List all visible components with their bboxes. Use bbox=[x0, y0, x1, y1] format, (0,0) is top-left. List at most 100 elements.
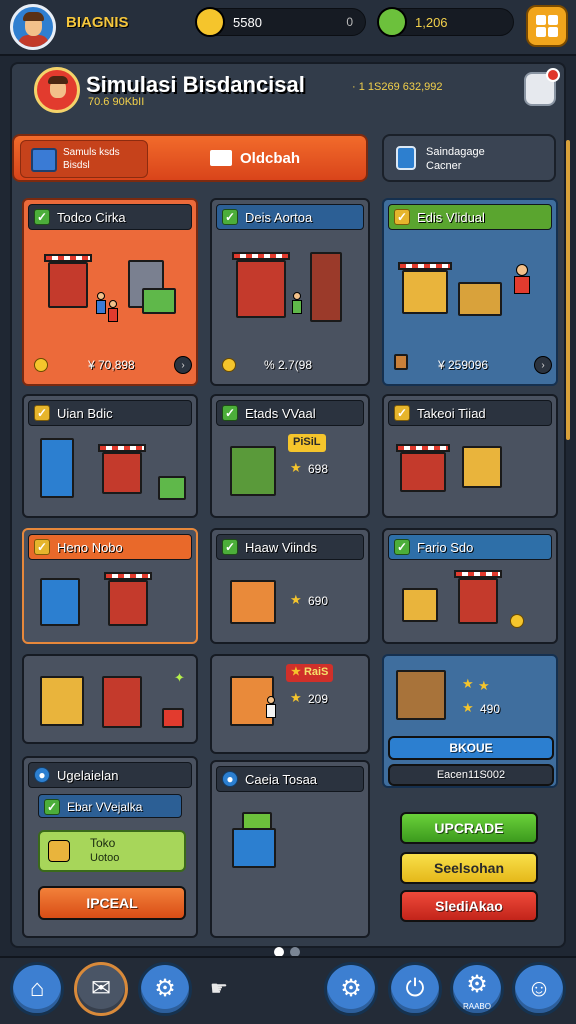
scrollbar[interactable] bbox=[566, 140, 570, 440]
player-avatar[interactable] bbox=[10, 4, 56, 50]
mail-button[interactable]: ✉ bbox=[74, 962, 128, 1016]
coin-counter[interactable]: 5580 0 bbox=[195, 7, 366, 37]
shop-action-button[interactable]: BKOUE bbox=[388, 736, 554, 760]
card-badge: PiSiL bbox=[288, 434, 326, 452]
cash-icon bbox=[377, 7, 407, 37]
crate-icon bbox=[158, 476, 186, 500]
gear-icon: ⚙ bbox=[154, 975, 176, 1002]
tab-shop-info[interactable]: Samuls ksds Bisdsl bbox=[20, 140, 148, 178]
shop-card-5[interactable]: ✓ Etads VVaal PiSiL ★ 698 bbox=[210, 394, 370, 518]
shop-card-6[interactable]: ✓ Takeoi Tiiad bbox=[382, 394, 558, 518]
shop-status-label: Eacen11S002 bbox=[388, 764, 554, 786]
menu-grid-button[interactable] bbox=[526, 5, 568, 47]
alert-dot-icon bbox=[546, 68, 560, 82]
gear-icon: ⚙ bbox=[340, 975, 362, 1002]
shop-card-4[interactable]: ✓ Uian Bdic bbox=[22, 394, 198, 518]
shop-stall-icon bbox=[230, 446, 276, 496]
shop-card-11[interactable]: ★ RaiS ★ 209 bbox=[210, 654, 370, 754]
card-title: Takeoi Tiiad bbox=[417, 406, 486, 421]
chat-button[interactable]: ☺ bbox=[512, 962, 566, 1016]
shop-card-7[interactable]: ✓ Heno Nobo bbox=[22, 528, 198, 644]
upgrade-panel: ● Ugelaielan ✓ Ebar VVejalka Toko Uotoo IP… bbox=[22, 756, 198, 938]
card-title: Haaw Viinds bbox=[245, 540, 318, 555]
gear-button[interactable]: ⚙ bbox=[324, 962, 378, 1016]
cash-counter[interactable]: 1,206 bbox=[377, 7, 514, 37]
check-icon: ✓ bbox=[34, 405, 50, 421]
card-income: % 2.7(98 bbox=[264, 358, 313, 372]
shop-stall-icon bbox=[400, 452, 446, 492]
chevron-right-icon[interactable]: › bbox=[534, 356, 552, 374]
check-icon: ✓ bbox=[222, 539, 238, 555]
customer-icon bbox=[108, 300, 118, 322]
shop-stall-icon bbox=[40, 578, 80, 626]
card-title: Heno Nobo bbox=[57, 540, 123, 555]
upgrade-button[interactable]: UPCRADE bbox=[400, 812, 538, 844]
card-title: Fario Sdo bbox=[417, 540, 474, 555]
shop-stall-icon bbox=[102, 452, 142, 494]
cash-value: 1,206 bbox=[415, 15, 448, 30]
shop-box-icon bbox=[31, 148, 57, 172]
card-badge-text: RaiS bbox=[303, 666, 329, 678]
shop-card-9[interactable]: ✓ Fario Sdo bbox=[382, 528, 558, 644]
customer-icon bbox=[96, 292, 106, 314]
shop-card-3[interactable]: ✓ Edis Vlidual ¥ 259096 › bbox=[382, 198, 558, 386]
power-button[interactable]: ⏻ bbox=[388, 962, 442, 1016]
fruit-stand-icon bbox=[402, 588, 438, 622]
chat-icon: ☺ bbox=[526, 975, 552, 1002]
shop-card-2[interactable]: ✓ Deis Aortoa % 2.7(98 bbox=[210, 198, 370, 386]
coin-icon bbox=[34, 358, 48, 372]
notification-button[interactable] bbox=[524, 68, 560, 106]
shop-stall-icon bbox=[102, 676, 142, 728]
tab-active[interactable]: Samuls ksds Bisdsl Oldcbah bbox=[12, 134, 368, 182]
card-header: ✓ Todco Cirka bbox=[28, 204, 192, 230]
star-icon: ★ bbox=[290, 460, 302, 475]
red-action-button[interactable]: SlediAkao bbox=[400, 890, 538, 922]
check-icon: ✓ bbox=[34, 539, 50, 555]
coin-icon bbox=[195, 7, 225, 37]
card-header: ✓ Etads VVaal bbox=[216, 400, 364, 426]
shopkeeper-icon bbox=[514, 264, 530, 294]
tab-info-line1: Samuls ksds bbox=[63, 147, 120, 158]
upgrade-row[interactable]: ✓ Ebar VVejalka bbox=[38, 794, 182, 818]
header-stats: · 1 1S269 632,992 bbox=[352, 81, 443, 93]
shop-stall-icon bbox=[232, 828, 276, 868]
shop-card-12[interactable]: ★ ★ ★ 490 BKOUE Eacen11S002 bbox=[382, 654, 558, 788]
home-button[interactable]: ⌂ bbox=[10, 962, 64, 1016]
nav-caption: RAABO bbox=[462, 1002, 491, 1011]
tab-secondary-line1: Saindagage bbox=[426, 146, 485, 158]
coin-icon bbox=[510, 614, 524, 628]
customer-icon bbox=[292, 292, 302, 314]
chevron-right-icon[interactable]: › bbox=[174, 356, 192, 374]
phone-icon bbox=[396, 146, 416, 170]
check-icon: ✓ bbox=[222, 209, 238, 225]
shop-stall-icon bbox=[108, 580, 148, 626]
ipceal-button[interactable]: IPCEAL bbox=[38, 886, 186, 920]
shop-card-1[interactable]: ✓ Todco Cirka ¥ 70,898 › bbox=[22, 198, 198, 386]
tab-secondary[interactable]: Saindagage Cacner bbox=[382, 134, 556, 182]
top-bar: BIAGNIS 5580 0 1,206 bbox=[0, 0, 576, 56]
shop-card-10[interactable]: ✦ bbox=[22, 654, 198, 744]
card-rating: 698 bbox=[308, 462, 329, 476]
check-icon: ✓ bbox=[394, 209, 410, 225]
yellow-action-button[interactable]: Seelsohan bbox=[400, 852, 538, 884]
coin-icon bbox=[222, 358, 236, 372]
tab-secondary-line2: Cacner bbox=[426, 160, 462, 172]
shop-card-8[interactable]: ✓ Haaw Viinds ★ 690 bbox=[210, 528, 370, 644]
tab-active-label: Oldcbah bbox=[240, 150, 301, 167]
gift-icon bbox=[162, 708, 184, 728]
card-title: Etads VVaal bbox=[245, 406, 316, 421]
settings-button[interactable]: ⚙ bbox=[138, 962, 192, 1016]
card-badge: ★ RaiS bbox=[286, 664, 334, 682]
check-icon: ✓ bbox=[394, 539, 410, 555]
raabo-button[interactable]: ⚙ RAABO bbox=[450, 962, 504, 1016]
shop-stall-icon bbox=[458, 578, 498, 624]
upgrade-item-box[interactable]: Toko Uotoo bbox=[38, 830, 186, 872]
upgrade-row-label: Ebar VVejalka bbox=[67, 800, 143, 814]
info-icon: ● bbox=[222, 771, 238, 787]
kiosk-icon bbox=[462, 446, 502, 488]
card-header: ✓ Fario Sdo bbox=[388, 534, 552, 560]
shop-stall-icon bbox=[48, 262, 88, 308]
crate-icon bbox=[142, 288, 176, 314]
card-header: ● Caeia Tosaa bbox=[216, 766, 364, 792]
check-icon: ✓ bbox=[222, 405, 238, 421]
